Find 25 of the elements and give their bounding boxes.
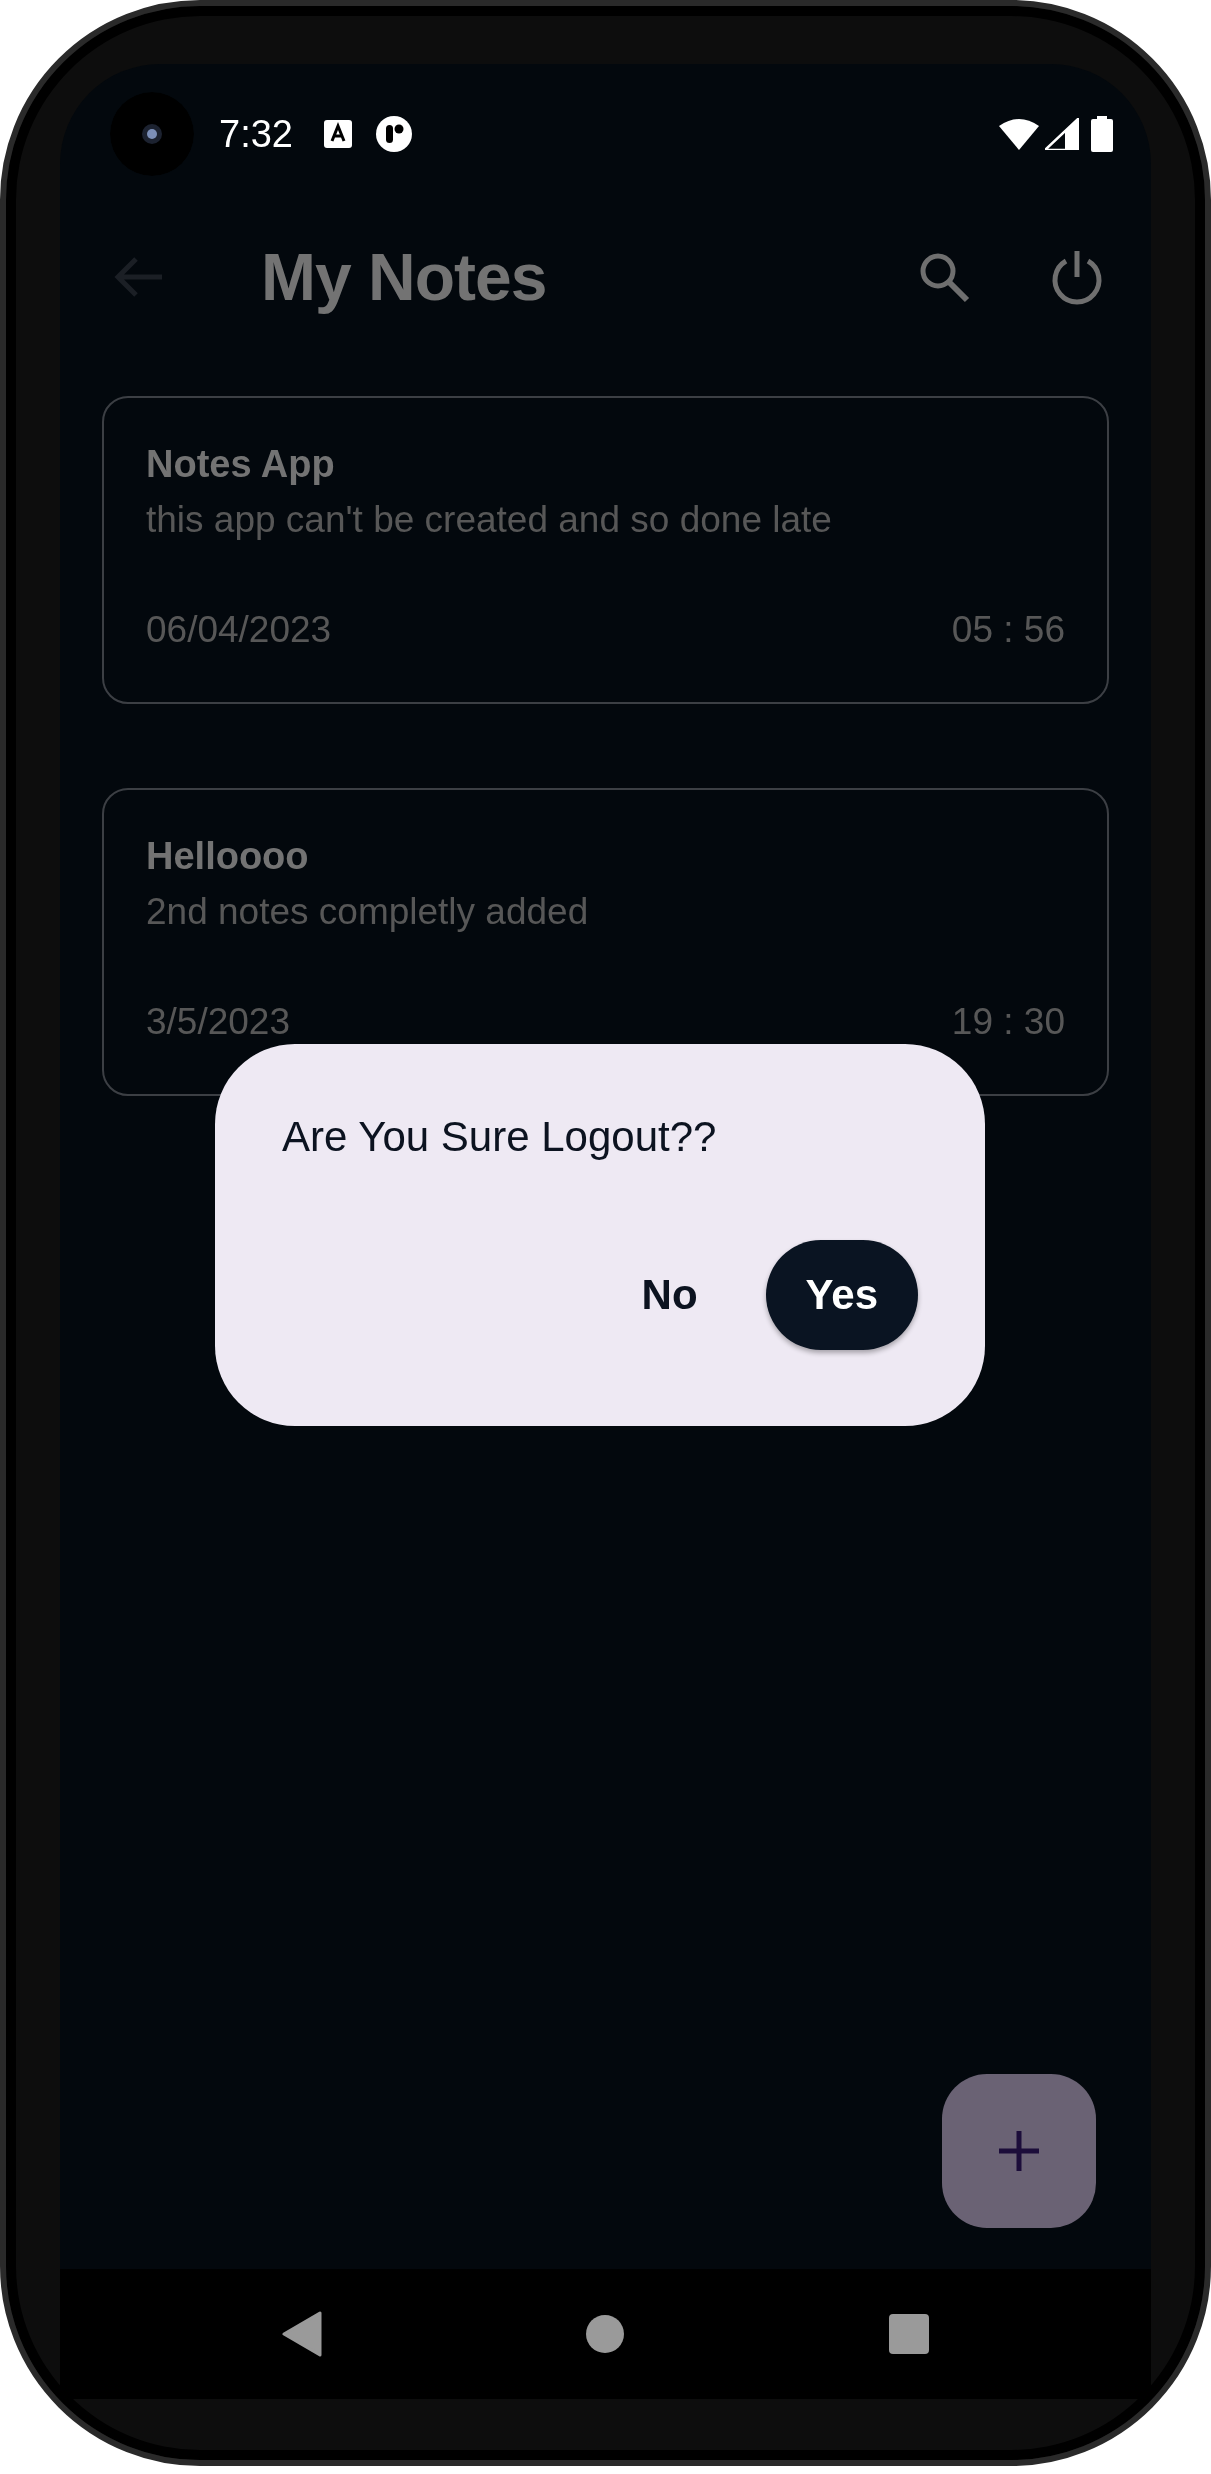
note-date: 3/5/2023 [146,1000,291,1044]
confirm-button[interactable]: Yes [765,1240,918,1350]
note-date: 06/04/2023 [146,608,332,652]
note-title: Notes App [146,442,336,487]
camera-icon [110,92,194,176]
plus-icon [997,2129,1041,2173]
dialog-message: Are You Sure Logout?? [282,1112,718,1162]
note-title: Helloooo [146,834,310,879]
note-body: 2nd notes completly added [146,890,590,934]
recents-nav-button[interactable] [887,2313,930,2355]
home-nav-button[interactable] [584,2314,625,2354]
app-title: My Notes [261,238,548,315]
status-time: 7:32 [219,112,293,156]
cancel-button[interactable]: No [601,1240,738,1350]
note-time: 05 : 56 [951,608,1065,652]
note-time: 19 : 30 [951,1000,1065,1044]
wifi-icon [999,118,1039,150]
battery-icon [1091,116,1113,152]
app-notification-icon [374,115,413,153]
note-card[interactable]: Notes App this app can't be created and so done late 06/04/2023 05 : 56 [102,396,1109,704]
back-nav-button[interactable] [281,2311,322,2357]
signal-icon [1045,118,1079,150]
font-notification-icon [322,119,353,149]
add-note-button[interactable] [942,2074,1096,2228]
note-body: this app can't be created and so done late [146,498,833,542]
